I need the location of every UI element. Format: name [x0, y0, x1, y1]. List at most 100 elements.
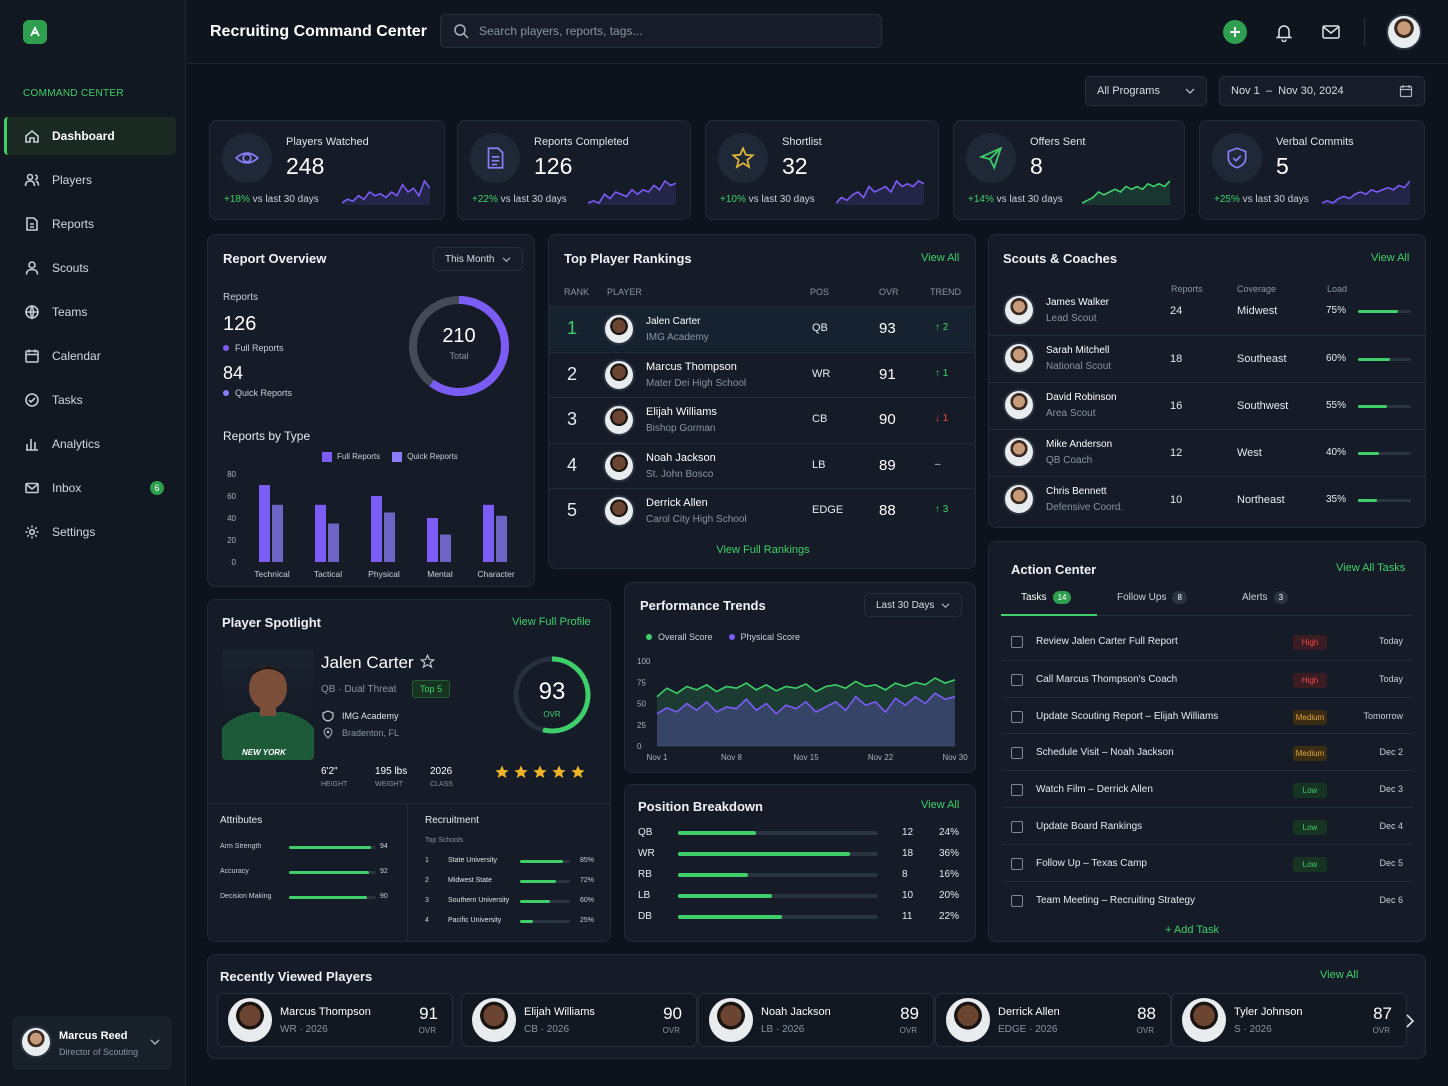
task-checkbox[interactable] — [1011, 673, 1023, 686]
program-select[interactable]: All Programs — [1085, 76, 1207, 106]
player-name[interactable]: Noah Jackson — [646, 452, 716, 464]
scout-row[interactable]: Chris Bennett Defensive Coord. 10 Northeast… — [989, 476, 1425, 523]
player-name[interactable]: Elijah Williams — [646, 406, 717, 418]
sidebar-item-players[interactable]: Players — [4, 161, 176, 199]
view-all-tasks-link[interactable]: View All Tasks — [1336, 562, 1405, 574]
task-row[interactable]: Review Jalen Carter Full Report High Today — [1001, 623, 1413, 660]
scout-row[interactable]: James Walker Lead Scout 24 Midwest 75% — [989, 288, 1425, 335]
rankings-view-all[interactable]: View All — [921, 252, 959, 264]
y-tick-label: 60 — [227, 492, 236, 501]
recent-player-card[interactable]: Marcus Thompson WR · 2026 91 OVR — [217, 993, 453, 1047]
scout-name[interactable]: Sarah Mitchell — [1046, 345, 1109, 356]
stat-card-shortlist[interactable]: Shortlist 32 +10% vs last 30 days — [705, 120, 939, 220]
recent-player-avatar — [709, 998, 753, 1042]
sidebar-item-reports[interactable]: Reports — [4, 205, 176, 243]
y-tick-label: 20 — [227, 536, 236, 545]
task-row[interactable]: Update Board Rankings Low Dec 4 — [1001, 807, 1413, 844]
recent-player-card[interactable]: Noah Jackson LB · 2026 89 OVR — [698, 993, 934, 1047]
stat-card-reports-completed[interactable]: Reports Completed 126 +22% vs last 30 days — [457, 120, 691, 220]
recent-player-meta: LB · 2026 — [761, 1024, 805, 1035]
recent-player-card[interactable]: Tyler Johnson S · 2026 87 OVR — [1171, 993, 1407, 1047]
scout-name[interactable]: Mike Anderson — [1046, 439, 1112, 450]
app-logo[interactable] — [23, 20, 47, 44]
tab-tasks[interactable]: Tasks 14 — [1021, 591, 1072, 604]
ranking-row[interactable]: 3 Elijah Williams Bishop Gorman CB 90 ↓ 1 — [549, 397, 975, 442]
tab-alerts[interactable]: Alerts 3 — [1242, 591, 1289, 604]
performance-period-select[interactable]: Last 30 Days — [864, 593, 962, 617]
task-label: Schedule Visit – Noah Jackson — [1036, 747, 1174, 759]
school-interest-pct: 25% — [580, 917, 595, 924]
period-select[interactable]: This Month — [433, 247, 523, 271]
stat-card-offers-sent[interactable]: Offers Sent 8 +14% vs last 30 days — [953, 120, 1185, 220]
search-bar[interactable] — [440, 14, 882, 48]
scout-row[interactable]: David Robinson Area Scout 16 Southwest 55% — [989, 382, 1425, 429]
scout-reports: 12 — [1170, 447, 1183, 459]
recent-view-all[interactable]: View All — [1320, 969, 1358, 981]
ranking-row[interactable]: 2 Marcus Thompson Mater Dei High School WR 9… — [549, 351, 975, 397]
sidebar-item-teams[interactable]: Teams — [4, 293, 176, 331]
stat-card-verbal-commits[interactable]: Verbal Commits 5 +25% vs last 30 days — [1199, 120, 1425, 220]
favorite-star-icon[interactable] — [420, 654, 435, 669]
player-name[interactable]: Marcus Thompson — [646, 361, 737, 373]
ranking-row[interactable]: 4 Noah Jackson St. John Bosco LB 89 – — [549, 442, 975, 488]
scout-name[interactable]: David Robinson — [1046, 392, 1117, 403]
chevron-down-icon — [941, 602, 950, 608]
task-row[interactable]: Call Marcus Thompson's Coach High Today — [1001, 659, 1413, 697]
sidebar-item-analytics[interactable]: Analytics — [4, 425, 176, 463]
task-checkbox[interactable] — [1011, 857, 1023, 870]
player-ovr: 91 — [879, 365, 896, 383]
positions-view-all[interactable]: View All — [921, 799, 959, 811]
notifications-button[interactable] — [1272, 20, 1296, 44]
tab-follow-ups[interactable]: Follow Ups 8 — [1117, 591, 1187, 604]
recent-player-avatar — [472, 998, 516, 1042]
task-row[interactable]: Follow Up – Texas Camp Low Dec 5 — [1001, 843, 1413, 881]
task-row[interactable]: Update Scouting Report – Elijah Williams… — [1001, 696, 1413, 734]
task-checkbox[interactable] — [1011, 636, 1023, 648]
chevron-down-icon — [502, 256, 511, 262]
ranking-row[interactable]: 1 Jalen Carter IMG Academy QB 93 ↑ 2 — [549, 306, 975, 351]
scout-name[interactable]: James Walker — [1046, 297, 1109, 308]
date-range-picker[interactable]: Nov 1 – Nov 30, 2024 — [1219, 76, 1425, 106]
search-input[interactable] — [479, 24, 859, 38]
scouts-title: Scouts & Coaches — [1003, 251, 1118, 266]
user-menu[interactable]: Marcus Reed Director of Scouting — [12, 1016, 172, 1070]
scout-row[interactable]: Mike Anderson QB Coach 12 West 40% — [989, 429, 1425, 476]
view-full-profile-link[interactable]: View Full Profile — [512, 616, 591, 628]
sidebar-item-inbox[interactable]: Inbox 6 — [4, 469, 176, 507]
task-row[interactable]: Schedule Visit – Noah Jackson Medium Dec 2 — [1001, 733, 1413, 770]
add-button[interactable] — [1223, 20, 1247, 44]
scouts-view-all[interactable]: View All — [1371, 252, 1409, 264]
view-full-rankings-link[interactable]: View Full Rankings — [549, 544, 977, 556]
task-checkbox[interactable] — [1011, 821, 1023, 833]
task-checkbox[interactable] — [1011, 784, 1023, 797]
stat-icon-wrap — [222, 133, 272, 183]
player-name[interactable]: Derrick Allen — [646, 497, 708, 509]
task-checkbox[interactable] — [1011, 894, 1023, 907]
task-checkbox[interactable] — [1011, 710, 1023, 723]
player-name[interactable]: Jalen Carter — [646, 316, 700, 327]
sidebar-item-dashboard[interactable]: Dashboard — [4, 117, 176, 155]
program-select-value: All Programs — [1097, 85, 1160, 97]
recent-player-card[interactable]: Elijah Williams CB · 2026 90 OVR — [461, 993, 697, 1047]
task-checkbox[interactable] — [1011, 747, 1023, 760]
weight-label: WEIGHT — [375, 781, 403, 788]
task-row[interactable]: Team Meeting – Recruiting Strategy Dec 6 — [1001, 880, 1413, 918]
scout-name[interactable]: Chris Bennett — [1046, 486, 1107, 497]
task-row[interactable]: Watch Film – Derrick Allen Low Dec 3 — [1001, 770, 1413, 807]
scout-row[interactable]: Sarah Mitchell National Scout 18 Southeast 6… — [989, 335, 1425, 382]
full-reports-value: 84 — [223, 363, 244, 383]
chevron-right-icon[interactable] — [1405, 1014, 1415, 1028]
messages-button[interactable] — [1319, 20, 1343, 44]
profile-avatar[interactable] — [1386, 14, 1422, 50]
sidebar-item-tasks[interactable]: Tasks — [4, 381, 176, 419]
ranking-row[interactable]: 5 Derrick Allen Carol City High School EDGE… — [549, 488, 975, 533]
recent-player-card[interactable]: Derrick Allen EDGE · 2026 88 OVR — [935, 993, 1171, 1047]
sidebar-item-settings[interactable]: Settings — [4, 513, 176, 551]
sidebar-item-calendar[interactable]: Calendar — [4, 337, 176, 375]
stat-card-players-watched[interactable]: Players Watched 248 +18% vs last 30 days — [209, 120, 445, 220]
add-task-button[interactable]: + Add Task — [989, 924, 1395, 936]
sidebar-item-scouts[interactable]: Scouts — [4, 249, 176, 287]
sidebar-section-label: COMMAND CENTER — [23, 88, 124, 99]
chevron-down-icon[interactable] — [150, 1038, 160, 1046]
bar-quick-reports — [496, 515, 507, 562]
